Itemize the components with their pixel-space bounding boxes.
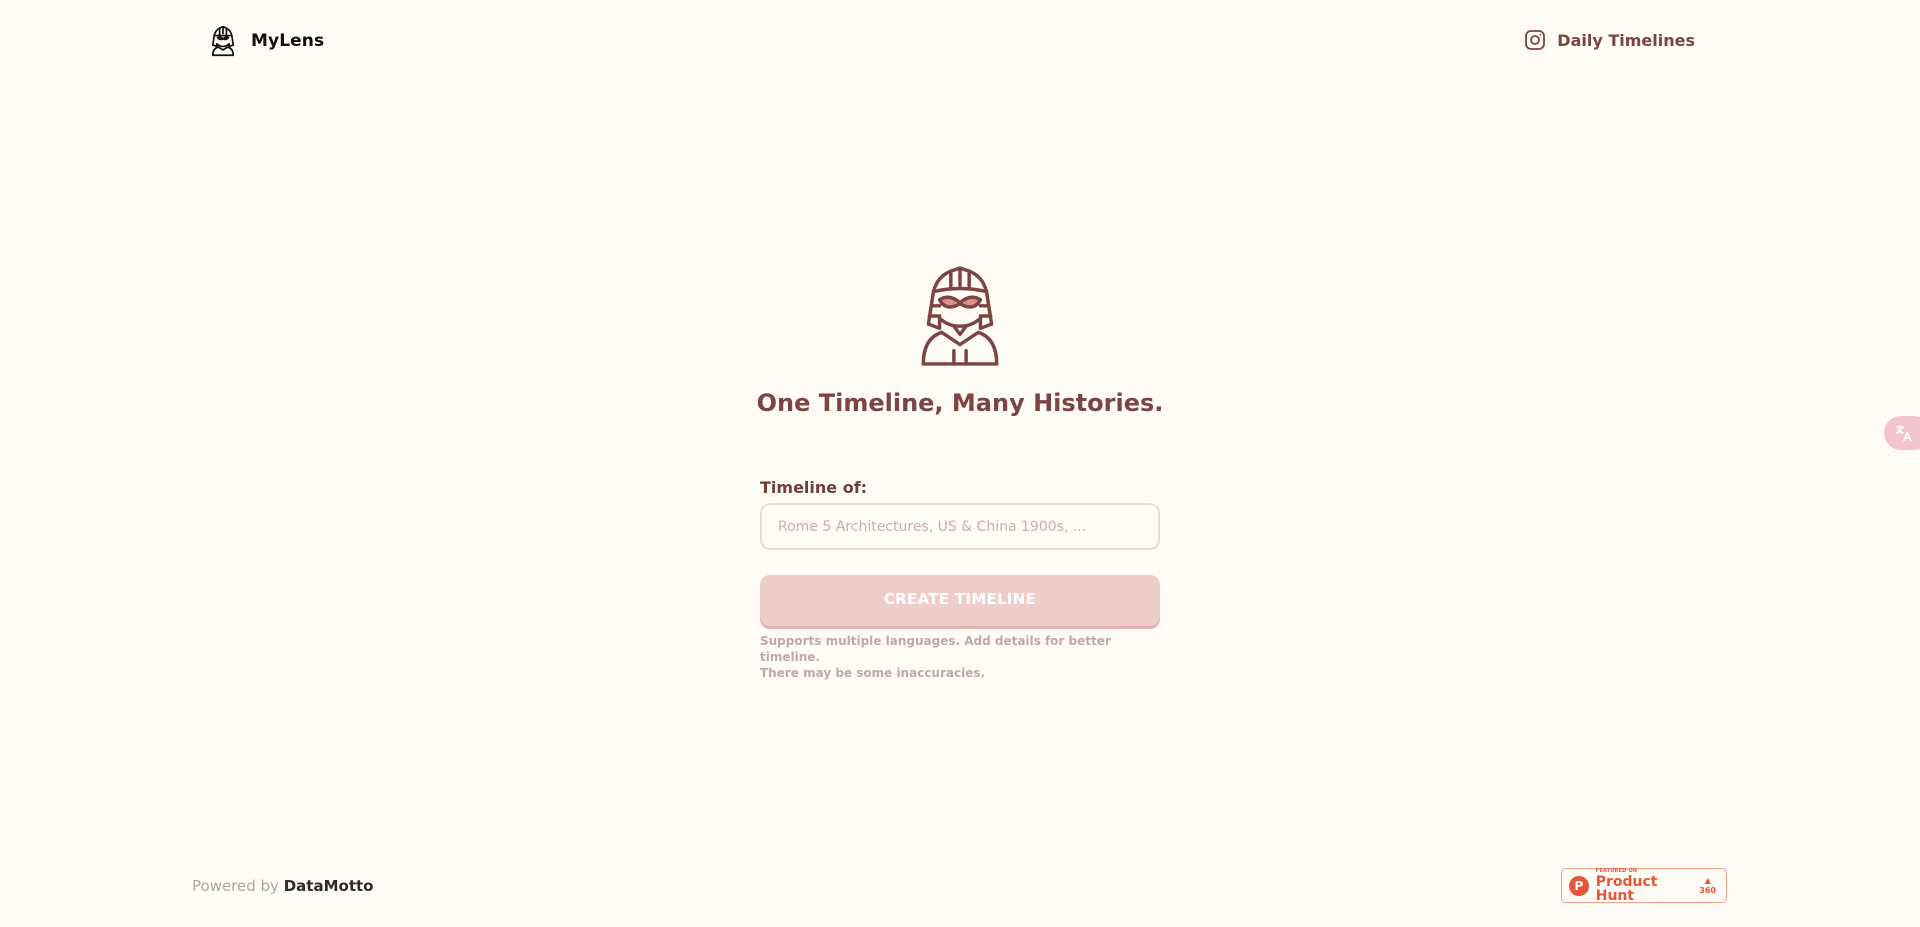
hint-line-languages: Supports multiple languages. Add details… <box>760 634 1111 664</box>
daily-timelines-label: Daily Timelines <box>1557 30 1695 50</box>
brand-link[interactable]: MyLens <box>206 24 324 58</box>
upvote-arrow-icon: ▲ <box>1704 875 1711 885</box>
form-hint: Supports multiple languages. Add details… <box>760 633 1160 681</box>
product-hunt-name: Product Hunt <box>1595 873 1658 904</box>
product-hunt-featured-label: FEATURED ON <box>1595 867 1638 874</box>
powered-by: Powered by DataMotto <box>192 877 373 895</box>
pharaoh-with-sunglasses-icon <box>921 266 999 366</box>
brand-name: MyLens <box>251 31 325 51</box>
create-timeline-button[interactable]: CREATE TIMELINE <box>760 575 1160 626</box>
daily-timelines-link[interactable]: Daily Timelines <box>1523 28 1695 52</box>
datamotto-link[interactable]: DataMotto <box>284 877 374 895</box>
page: MyLens Daily Timelines One Timeline, Man… <box>0 0 1920 927</box>
product-hunt-text: FEATURED ON Product Hunt <box>1595 867 1700 904</box>
timeline-input[interactable] <box>760 503 1160 550</box>
powered-by-prefix: Powered by <box>192 877 279 895</box>
translate-icon <box>1895 424 1912 442</box>
translate-tab[interactable] <box>1884 416 1920 450</box>
timeline-of-label: Timeline of: <box>760 478 868 497</box>
timeline-form: Timeline of: CREATE TIMELINE Supports mu… <box>760 478 1160 681</box>
product-hunt-vote-count: 360 <box>1699 885 1716 895</box>
product-hunt-votes: ▲ 360 <box>1699 875 1716 895</box>
pharaoh-icon <box>211 25 235 57</box>
product-hunt-badge[interactable]: P FEATURED ON Product Hunt ▲ 360 <box>1561 868 1727 903</box>
instagram-icon <box>1525 30 1546 50</box>
product-hunt-logo-icon: P <box>1569 875 1589 896</box>
hint-line-inaccuracies: There may be some inaccuracies. <box>760 666 986 680</box>
page-tagline: One Timeline, Many Histories. <box>756 389 1164 417</box>
